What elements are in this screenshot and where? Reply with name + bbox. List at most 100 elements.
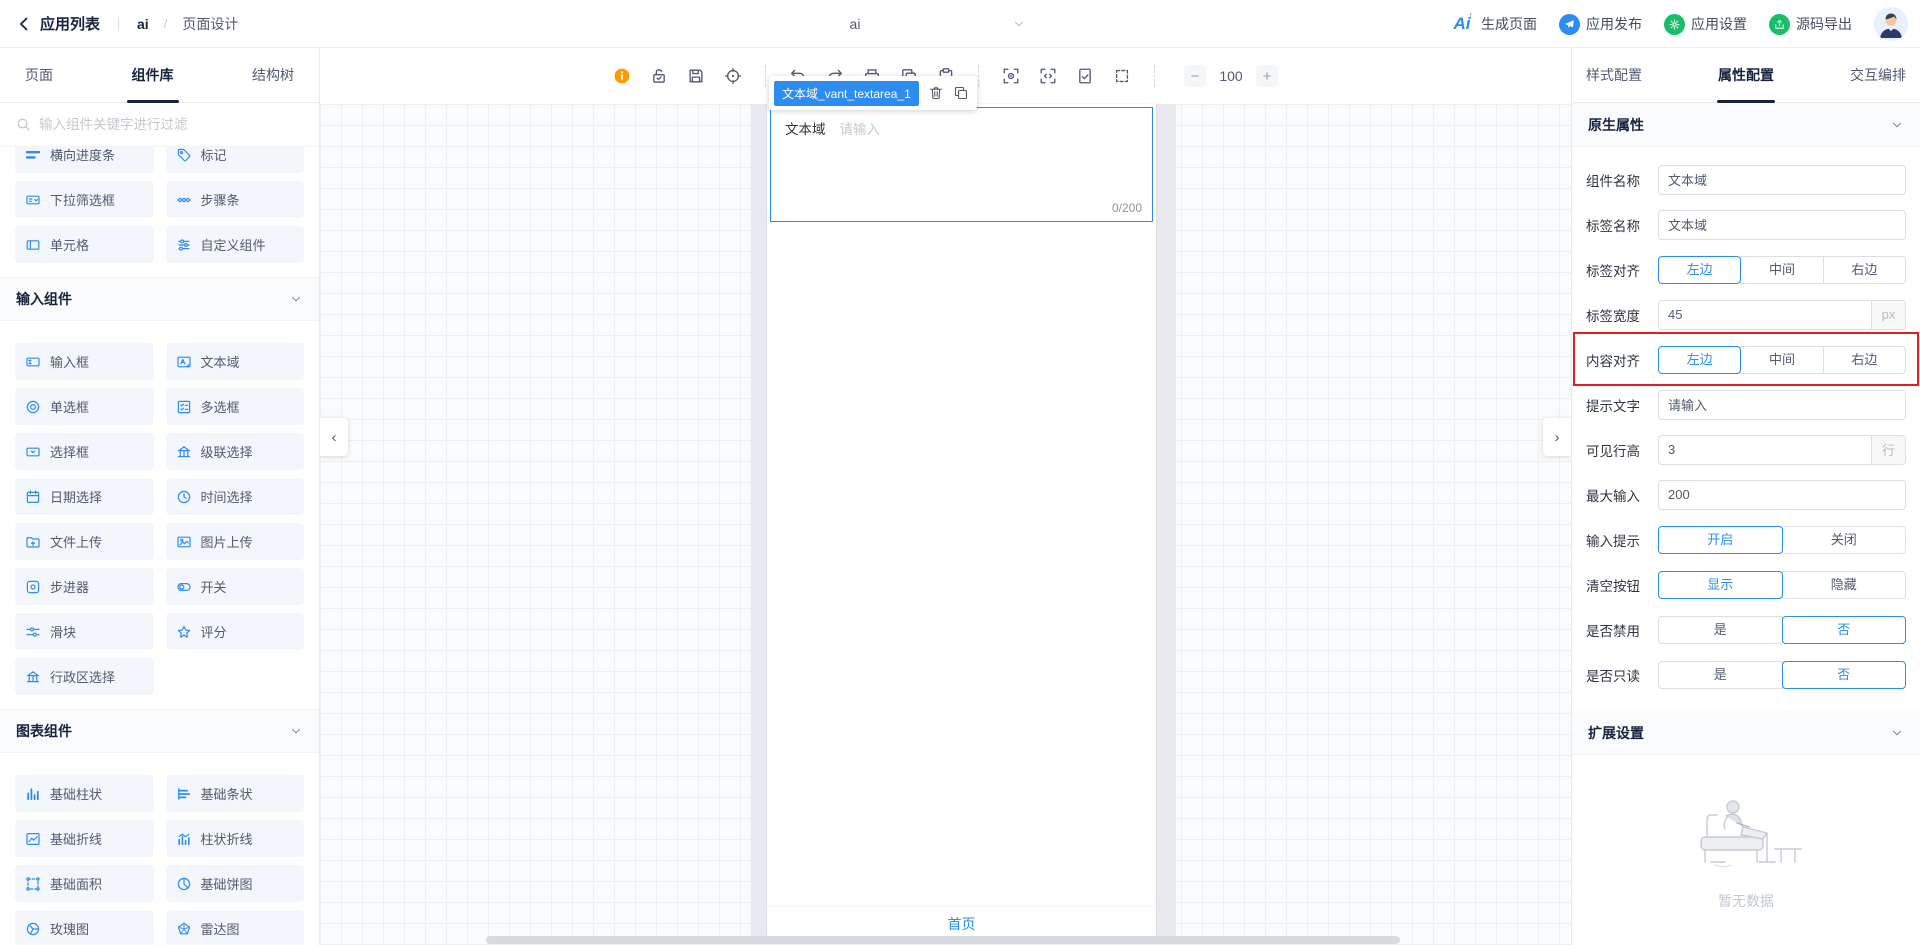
component-item[interactable]: 多选框 xyxy=(165,388,304,425)
panel-tab-props-config[interactable]: 属性配置 xyxy=(1718,48,1774,103)
property-input[interactable] xyxy=(1659,390,1905,419)
paper-plane-icon xyxy=(1565,19,1574,28)
phone-scrollbar-track-right[interactable] xyxy=(1156,104,1176,940)
component-item[interactable]: 评分 xyxy=(165,613,304,650)
component-item[interactable]: 图片上传 xyxy=(165,523,304,560)
back-chevron-icon[interactable] xyxy=(16,16,32,32)
canvas-horizontal-scrollbar[interactable] xyxy=(486,936,1400,944)
component-item[interactable]: 单选框 xyxy=(15,388,154,425)
zoom-in-button[interactable]: + xyxy=(1256,65,1278,87)
unlock-check-button[interactable] xyxy=(650,67,668,85)
segmented-control: 左边 中间 右边 xyxy=(1658,255,1906,284)
page-select-dropdown[interactable]: ai xyxy=(680,0,1030,48)
doc-check-button[interactable] xyxy=(1076,67,1094,85)
component-item[interactable]: 基础柱状 xyxy=(15,775,154,812)
tabbar-home-tab[interactable]: 首页 xyxy=(948,914,976,934)
property-row: 标签宽度 px xyxy=(1572,292,1920,337)
segmented-control: 是否 xyxy=(1658,660,1906,689)
breadcrumb: 应用列表 ai / 页面设计 xyxy=(0,13,238,34)
chevron-left-icon: ‹ xyxy=(331,428,337,446)
segment-option[interactable]: 中间 xyxy=(1740,345,1824,374)
selected-textarea-component[interactable]: 文本域 请输入 0/200 xyxy=(770,107,1153,222)
property-input[interactable] xyxy=(1659,435,1871,464)
component-item[interactable]: 开关 xyxy=(165,568,304,605)
clock-icon xyxy=(177,490,190,503)
collapse-sidebar-handle[interactable]: ‹ xyxy=(320,418,348,456)
component-item[interactable]: 文本域 xyxy=(165,343,304,380)
property-input[interactable] xyxy=(1659,210,1905,239)
component-item-label: 输入框 xyxy=(50,355,90,370)
component-item[interactable]: 横向进度条 xyxy=(15,147,154,173)
info-button[interactable] xyxy=(613,67,631,85)
component-group-header[interactable]: 输入组件 xyxy=(0,277,319,321)
property-input[interactable] xyxy=(1659,165,1905,194)
component-item[interactable]: 单元格 xyxy=(15,226,154,263)
component-item[interactable]: 基础折线 xyxy=(15,820,154,857)
component-item[interactable]: 输入框 xyxy=(15,343,154,380)
scan-code-button[interactable] xyxy=(1039,67,1057,85)
panel-tab-style-config[interactable]: 样式配置 xyxy=(1586,48,1642,103)
component-item[interactable]: 行政区选择 xyxy=(15,658,154,695)
segment-option[interactable]: 右边 xyxy=(1822,255,1906,284)
component-item[interactable]: 基础面积 xyxy=(15,865,154,902)
sidebar-tab-pages[interactable]: 页面 xyxy=(25,48,53,103)
sidebar-tab-components[interactable]: 组件库 xyxy=(132,48,174,103)
component-item[interactable]: 选择框 xyxy=(15,433,154,470)
component-item[interactable]: 滑块 xyxy=(15,613,154,650)
segment-option[interactable]: 中间 xyxy=(1740,255,1824,284)
component-item[interactable]: 基础条状 xyxy=(165,775,304,812)
component-item[interactable]: 自定义组件 xyxy=(165,226,304,263)
property-input[interactable] xyxy=(1659,480,1905,509)
segment-option[interactable]: 显示 xyxy=(1658,570,1783,599)
component-item[interactable]: 柱状折线 xyxy=(165,820,304,857)
segment-option[interactable]: 左边 xyxy=(1658,255,1742,284)
component-item[interactable]: 下拉筛选框 xyxy=(15,181,154,218)
app-settings-button[interactable]: 应用设置 xyxy=(1664,13,1747,35)
save-button[interactable] xyxy=(687,67,705,85)
segment-option[interactable]: 左边 xyxy=(1658,345,1742,374)
panel-tab-interaction-config[interactable]: 交互编排 xyxy=(1850,48,1906,103)
segment-option[interactable]: 隐藏 xyxy=(1781,570,1906,599)
avatar[interactable] xyxy=(1874,7,1908,41)
steps-icon xyxy=(176,197,191,202)
component-item[interactable]: 雷达图 xyxy=(165,910,304,945)
component-search-input[interactable] xyxy=(39,117,303,132)
generate-page-button[interactable]: Ai↑ 生成页面 xyxy=(1454,10,1538,34)
component-item[interactable]: 日期选择 xyxy=(15,478,154,515)
segment-option[interactable]: 是 xyxy=(1658,615,1783,644)
component-item[interactable]: 玫瑰图 xyxy=(15,910,154,945)
export-source-button[interactable]: 源码导出 xyxy=(1769,13,1852,35)
copy-component-icon[interactable] xyxy=(953,85,969,101)
sidebar-tab-structure-tree[interactable]: 结构树 xyxy=(252,48,294,103)
property-label: 最大输入 xyxy=(1586,488,1640,504)
component-item[interactable]: 时间选择 xyxy=(165,478,304,515)
scan-eye-button[interactable] xyxy=(1002,67,1020,85)
segment-option[interactable]: 否 xyxy=(1781,660,1906,689)
native-props-section-header[interactable]: 原生属性 xyxy=(1572,103,1920,147)
component-item[interactable]: 步进器 xyxy=(15,568,154,605)
property-row: 标签对齐 左边 中间 右边 xyxy=(1572,247,1920,292)
collapse-panel-handle[interactable]: › xyxy=(1543,418,1571,456)
zoom-out-button[interactable]: − xyxy=(1184,65,1206,87)
component-group-header[interactable]: 图表组件 xyxy=(0,709,319,753)
segment-option[interactable]: 开启 xyxy=(1658,525,1783,554)
target-button[interactable] xyxy=(724,67,742,85)
publish-app-button[interactable]: 应用发布 xyxy=(1559,13,1642,35)
segment-option[interactable]: 是 xyxy=(1658,660,1783,689)
component-item[interactable]: 步骤条 xyxy=(165,181,304,218)
component-item[interactable]: 标记 xyxy=(165,147,304,173)
component-item[interactable]: 基础饼图 xyxy=(165,865,304,902)
component-item[interactable]: 文件上传 xyxy=(15,523,154,560)
component-item[interactable]: 级联选择 xyxy=(165,433,304,470)
segment-option[interactable]: 否 xyxy=(1781,615,1906,644)
extend-settings-section-header[interactable]: 扩展设置 xyxy=(1572,711,1920,755)
breadcrumb-app-name[interactable]: ai xyxy=(137,16,149,32)
columns-icon xyxy=(27,670,39,682)
segment-option[interactable]: 右边 xyxy=(1822,345,1906,374)
segment-option[interactable]: 关闭 xyxy=(1781,525,1906,554)
component-item-label: 基础面积 xyxy=(50,877,103,892)
property-input[interactable] xyxy=(1659,300,1871,329)
frame-dashed-button[interactable] xyxy=(1113,67,1131,85)
delete-component-icon[interactable] xyxy=(928,85,944,101)
back-to-app-list-link[interactable]: 应用列表 xyxy=(40,13,100,34)
